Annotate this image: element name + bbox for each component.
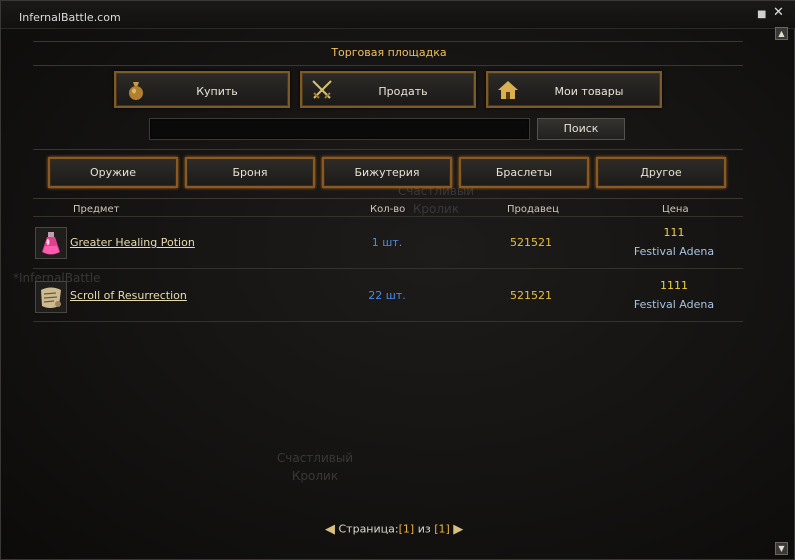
current-page: [1] xyxy=(398,522,415,536)
sell-label: Продать xyxy=(378,85,428,98)
category-bracelets-button[interactable]: Браслеты xyxy=(459,157,589,188)
divider xyxy=(33,41,743,42)
header-price: Цена xyxy=(662,204,689,215)
next-page-icon[interactable]: ▶ xyxy=(453,522,463,537)
trade-market-window: InfernalBattle.com ■ ✕ Счастливый Кролик… xyxy=(0,0,795,560)
divider xyxy=(33,198,743,199)
item-currency: Festival Adena xyxy=(633,298,715,311)
divider xyxy=(33,65,743,66)
page-label: Страница: xyxy=(338,522,399,536)
my-items-button[interactable]: Мои товары xyxy=(486,71,662,108)
category-other-button[interactable]: Другое xyxy=(596,157,726,188)
category-weapons-button[interactable]: Оружие xyxy=(48,157,178,188)
divider xyxy=(33,321,743,322)
buy-button[interactable]: Купить xyxy=(114,71,290,108)
house-icon xyxy=(498,81,518,99)
page-separator: из xyxy=(417,522,431,536)
prev-page-icon[interactable]: ◀ xyxy=(325,522,335,537)
item-currency: Festival Adena xyxy=(633,245,715,258)
background-text: *InfernalBattle xyxy=(13,271,101,285)
title-bar[interactable]: InfernalBattle.com ■ ✕ xyxy=(1,1,795,29)
item-seller: 521521 xyxy=(510,289,552,302)
total-pages: [1] xyxy=(434,522,450,536)
market-title: Торговая площадка xyxy=(331,46,447,59)
header-seller: Продавец xyxy=(507,204,559,215)
header-qty: Кол-во xyxy=(370,204,406,215)
header-item: Предмет xyxy=(73,204,120,215)
sell-button[interactable]: Продать xyxy=(300,71,476,108)
item-qty: 1 шт. xyxy=(371,236,403,249)
divider xyxy=(33,216,743,217)
minimize-icon[interactable]: ■ xyxy=(757,10,766,20)
background-text: Счастливый Кролик xyxy=(276,451,354,483)
divider xyxy=(33,268,743,269)
potion-icon xyxy=(35,227,67,259)
window-title: InfernalBattle.com xyxy=(19,11,121,24)
item-price: 1111 xyxy=(660,279,688,292)
scroll-up-icon[interactable]: ▲ xyxy=(775,27,788,40)
item-seller: 521521 xyxy=(510,236,552,249)
item-price: 111 xyxy=(663,226,685,239)
category-armor-button[interactable]: Броня xyxy=(185,157,315,188)
scroll-icon xyxy=(35,281,67,313)
my-items-label: Мои товары xyxy=(554,85,624,98)
close-icon[interactable]: ✕ xyxy=(773,6,785,19)
item-name-link[interactable]: Greater Healing Potion xyxy=(70,236,195,249)
divider xyxy=(33,149,743,150)
scrollbar[interactable]: ▲ ▼ xyxy=(775,27,788,557)
crossed-swords-icon xyxy=(312,80,332,99)
buy-label: Купить xyxy=(196,85,238,98)
item-name-link[interactable]: Scroll of Resurrection xyxy=(70,289,187,302)
item-qty: 22 шт. xyxy=(368,289,406,302)
search-input[interactable] xyxy=(149,118,530,140)
category-jewelry-button[interactable]: Бижутерия xyxy=(322,157,452,188)
scroll-down-icon[interactable]: ▼ xyxy=(775,542,788,555)
search-button[interactable]: Поиск xyxy=(537,118,625,140)
money-bag-icon xyxy=(129,82,143,100)
pagination: ◀ Страница:[1] из [1] ▶ xyxy=(325,522,463,538)
